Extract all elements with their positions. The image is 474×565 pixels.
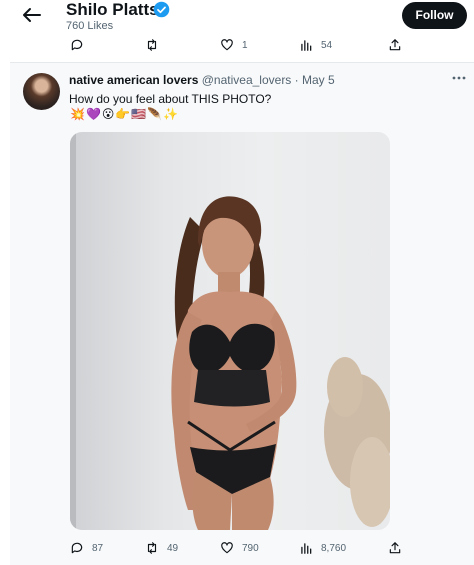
tweet-retweet-count: 49 xyxy=(167,542,179,554)
tweet-reply-count: 87 xyxy=(92,542,104,554)
tweet-text: How do you feel about THIS PHOTO? xyxy=(69,92,272,106)
views-button[interactable]: 54 xyxy=(299,38,332,52)
retweet-icon xyxy=(147,542,157,554)
share-icon xyxy=(389,542,401,554)
reply-icon xyxy=(71,39,83,51)
tweet-like-count: 790 xyxy=(242,542,259,554)
tweet-handle[interactable]: @nativea_lovers xyxy=(202,73,292,87)
tweet-actions: 87 49 790 8,760 xyxy=(0,541,474,561)
tweet-reply-button[interactable]: 87 xyxy=(70,541,103,555)
tweet-like-button[interactable]: 790 xyxy=(220,541,259,555)
profile-likes-count: 760 Likes xyxy=(66,20,114,32)
more-options-icon[interactable] xyxy=(452,76,466,80)
tweet-share-button[interactable] xyxy=(388,541,402,555)
bar-chart-icon xyxy=(301,543,312,554)
tweet-retweet-button[interactable]: 49 xyxy=(145,541,178,555)
reply-icon xyxy=(71,542,83,554)
tweet-display-name[interactable]: native american lovers xyxy=(69,73,198,87)
heart-icon xyxy=(221,542,233,554)
views-count: 54 xyxy=(321,39,333,51)
retweet-icon xyxy=(147,39,157,51)
like-button[interactable]: 1 xyxy=(220,38,248,52)
tweet-header: native american lovers @nativea_lovers ·… xyxy=(69,73,335,87)
avatar[interactable] xyxy=(23,73,60,110)
bar-chart-icon xyxy=(301,40,312,51)
heart-icon xyxy=(221,39,233,51)
tweet-views-button[interactable]: 8,760 xyxy=(299,541,346,555)
profile-header: Shilo Platts 760 Likes Follow 1 54 xyxy=(0,0,474,62)
photo-illustration xyxy=(70,132,390,530)
tweet-photo[interactable] xyxy=(70,132,390,530)
follow-button[interactable]: Follow xyxy=(402,2,467,29)
tweet-views-count: 8,760 xyxy=(321,542,347,554)
top-tweet-actions: 1 54 xyxy=(0,38,474,58)
share-icon xyxy=(389,39,401,51)
like-count: 1 xyxy=(242,39,248,51)
tweet-emojis: 💥💜😮👉🇺🇸🪶✨ xyxy=(70,107,180,121)
retweet-button[interactable] xyxy=(145,38,167,52)
back-arrow-icon[interactable] xyxy=(20,6,42,24)
verified-badge-icon xyxy=(153,1,170,18)
reply-button[interactable] xyxy=(70,38,92,52)
tweet-date[interactable]: May 5 xyxy=(302,73,335,87)
share-button[interactable] xyxy=(388,38,402,52)
profile-name: Shilo Platts xyxy=(66,0,159,19)
tweet-separator: · xyxy=(294,73,299,87)
